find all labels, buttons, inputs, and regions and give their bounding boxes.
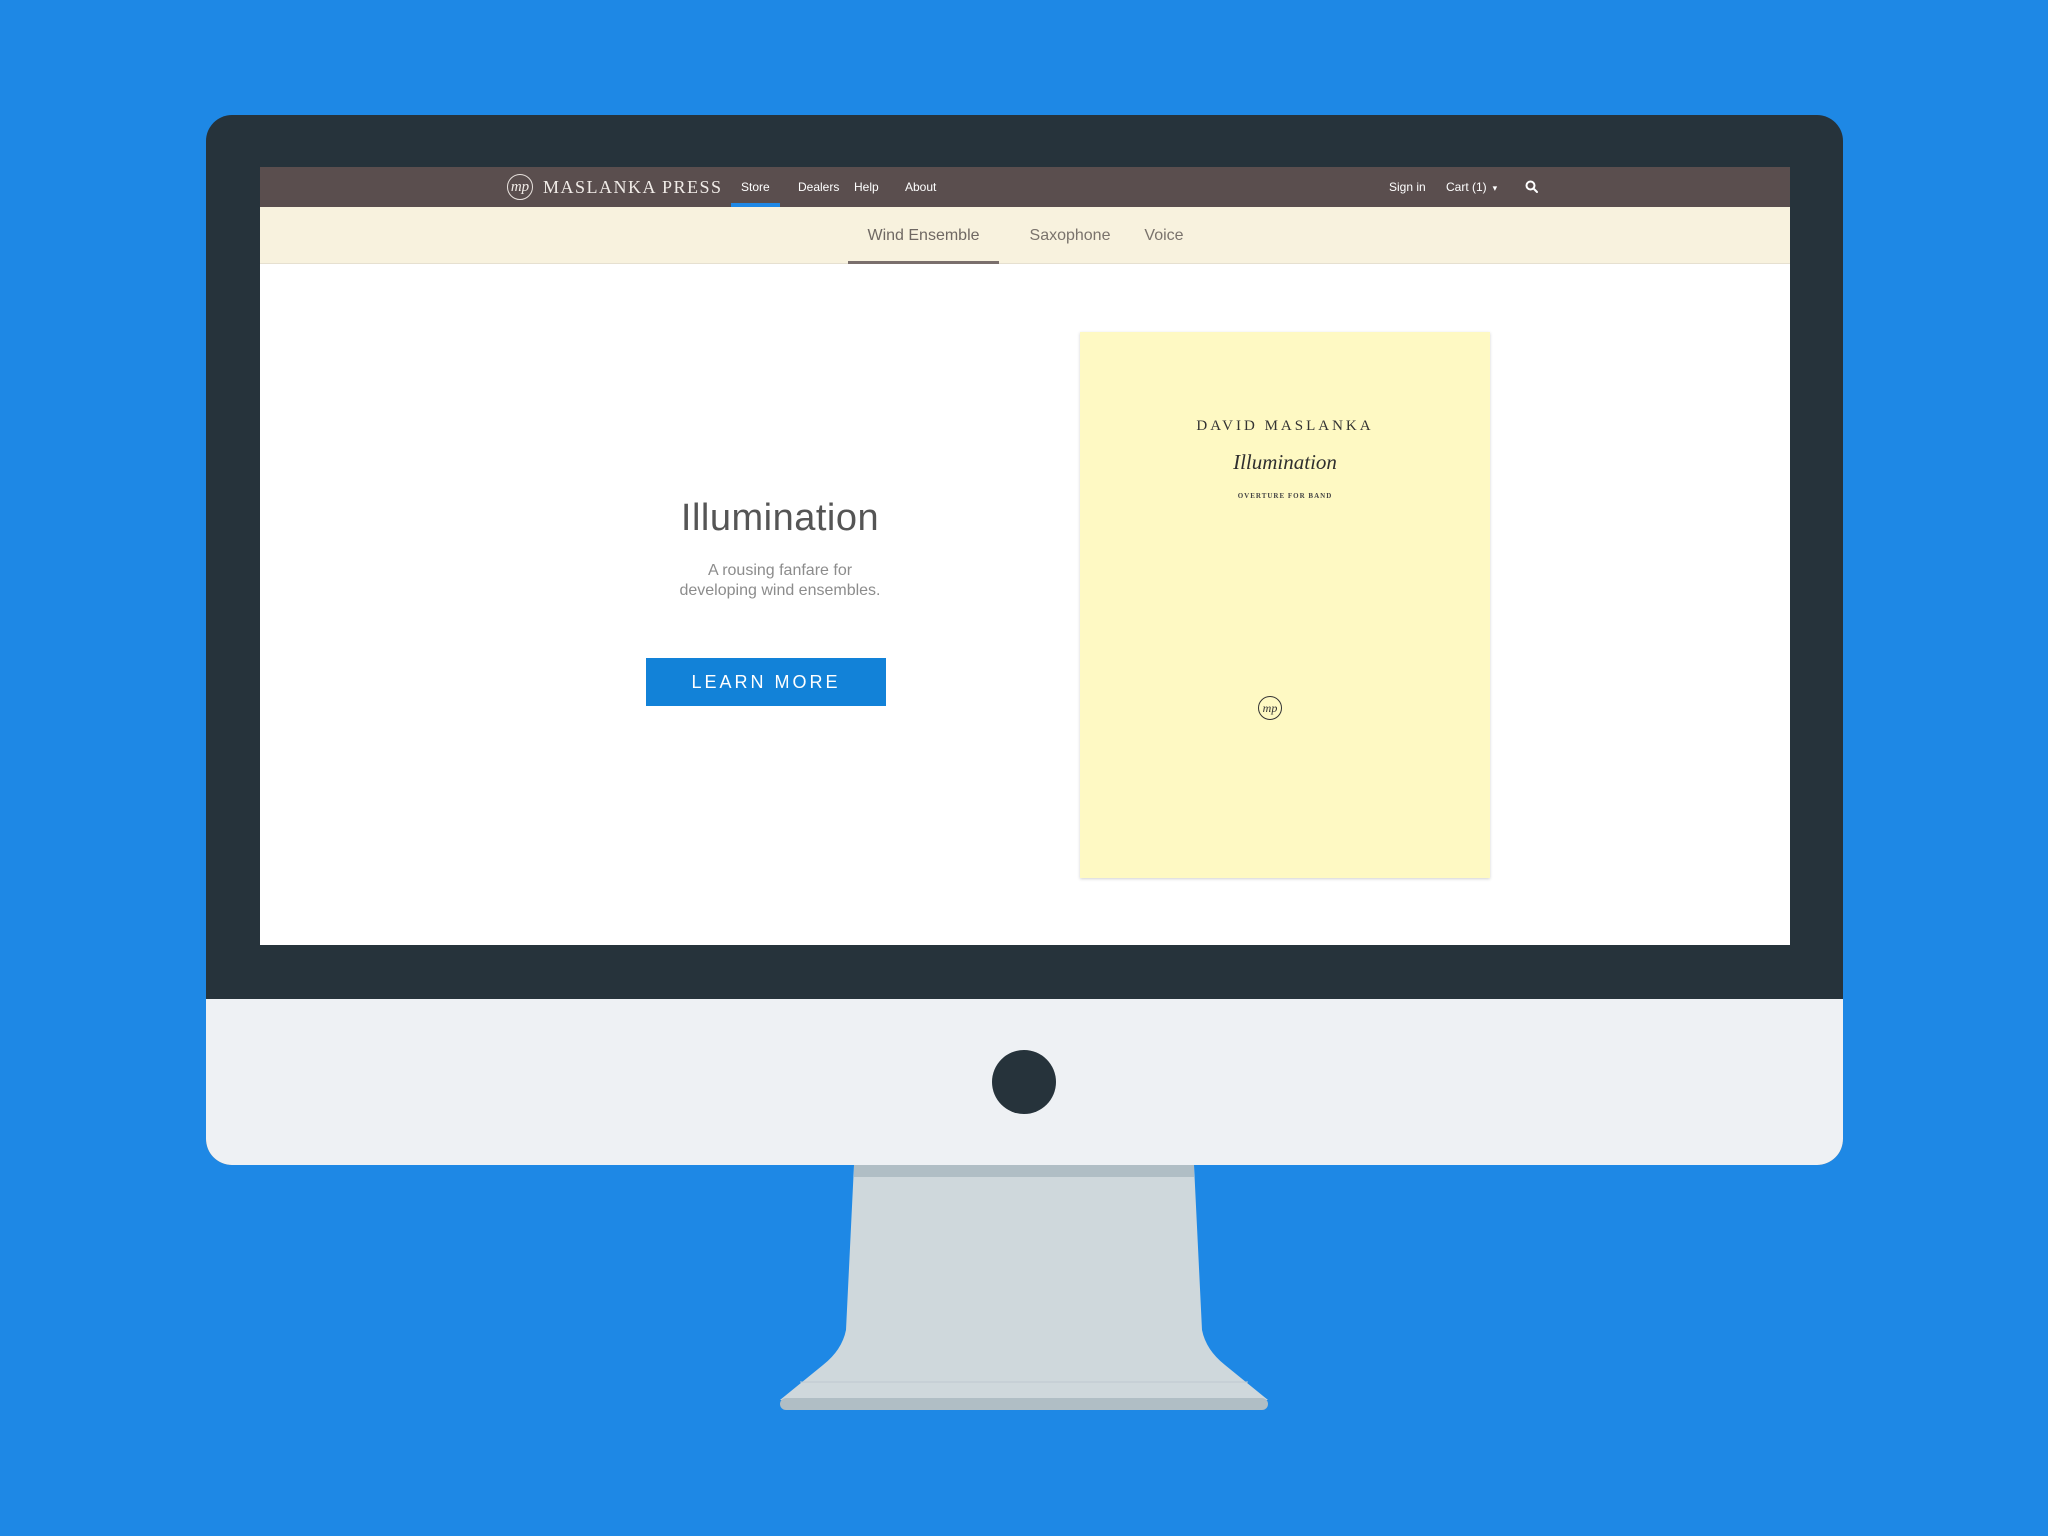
tab-wind-ensemble[interactable]: Wind Ensemble xyxy=(848,207,999,264)
cart-label: Cart (1) xyxy=(1446,180,1487,194)
nav-dealers[interactable]: Dealers xyxy=(798,167,839,207)
learn-more-button[interactable]: LEARN MORE xyxy=(646,658,886,706)
chevron-down-icon: ▾ xyxy=(1492,183,1498,193)
nav-about[interactable]: About xyxy=(905,167,936,207)
cover-title: Illumination xyxy=(1233,450,1337,474)
top-navigation-bar: mp MASLANKA PRESS Store Dealers Help Abo… xyxy=(260,167,1790,207)
hero-subtitle-line-2: developing wind ensembles. xyxy=(679,582,881,599)
brand-name: MASLANKA PRESS xyxy=(543,176,723,197)
browser-screen: mp MASLANKA PRESS Store Dealers Help Abo… xyxy=(260,167,1790,945)
brand-mark-icon: mp xyxy=(507,174,533,200)
monitor-frame: mp MASLANKA PRESS Store Dealers Help Abo… xyxy=(206,115,1843,1165)
cart-link[interactable]: Cart (1) ▾ xyxy=(1446,167,1497,207)
nav-store[interactable]: Store xyxy=(731,167,780,207)
category-tabs: Wind Ensemble Saxophone Voice xyxy=(260,207,1790,264)
cover-composer: DAVID MASLANKA xyxy=(1196,418,1374,434)
score-cover-image[interactable]: DAVID MASLANKA Illumination OVERTURE FOR… xyxy=(1080,332,1490,878)
cover-subtitle: OVERTURE FOR BAND xyxy=(1237,492,1333,500)
tab-saxophone[interactable]: Saxophone xyxy=(1020,207,1120,264)
publisher-logo-icon: mp xyxy=(1258,696,1282,720)
hero-subtitle-line-1: A rousing fanfare for xyxy=(707,562,853,579)
tab-voice[interactable]: Voice xyxy=(1134,207,1194,264)
brand-logo[interactable]: mp MASLANKA PRESS xyxy=(507,173,723,201)
hero-title: Illumination xyxy=(680,497,880,539)
camera-icon xyxy=(992,1050,1056,1114)
nav-help[interactable]: Help xyxy=(854,167,879,207)
sign-in-link[interactable]: Sign in xyxy=(1389,167,1426,207)
hero-subtitle: A rousing fanfare for developing wind en… xyxy=(630,561,930,601)
search-icon[interactable] xyxy=(1524,179,1540,195)
